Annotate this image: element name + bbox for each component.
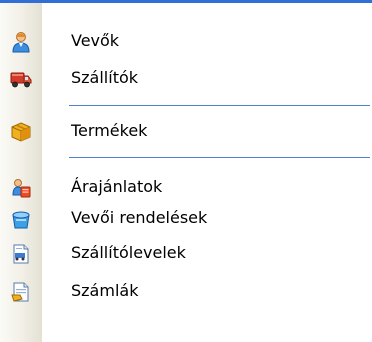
menu-item-termekek[interactable]: Termékek bbox=[0, 116, 372, 146]
quote-icon bbox=[10, 177, 32, 199]
box-icon bbox=[10, 121, 32, 143]
menu-item-label: Szállítók bbox=[71, 68, 139, 87]
menu-item-szamlak[interactable]: Számlák bbox=[0, 276, 372, 306]
menu-separator bbox=[69, 157, 370, 158]
menu-item-label: Árajánlatok bbox=[71, 177, 163, 196]
context-menu: Vevők Szállítók Termékek Árajánlatok Vev… bbox=[0, 0, 372, 342]
menu-separator bbox=[69, 105, 370, 106]
menu-item-label: Szállítólevelek bbox=[71, 243, 186, 262]
menu-item-label: Vevői rendelések bbox=[71, 208, 208, 227]
menu-item-szallitolevelek[interactable]: Szállítólevelek bbox=[0, 238, 372, 268]
invoice-icon bbox=[10, 281, 32, 303]
truck-icon bbox=[10, 68, 32, 90]
menu-item-label: Számlák bbox=[71, 281, 139, 300]
menu-item-vevoi-rendelesek[interactable]: Vevői rendelések bbox=[0, 203, 372, 233]
person-icon bbox=[10, 31, 32, 53]
menu-item-vevok[interactable]: Vevők bbox=[0, 26, 372, 56]
menu-top-border bbox=[0, 0, 372, 3]
order-icon bbox=[10, 208, 32, 230]
menu-item-arajanlatok[interactable]: Árajánlatok bbox=[0, 172, 372, 202]
delivery-note-icon bbox=[10, 243, 32, 265]
menu-item-label: Termékek bbox=[71, 121, 148, 140]
menu-item-label: Vevők bbox=[71, 31, 120, 50]
menu-item-szallitok[interactable]: Szállítók bbox=[0, 63, 372, 93]
